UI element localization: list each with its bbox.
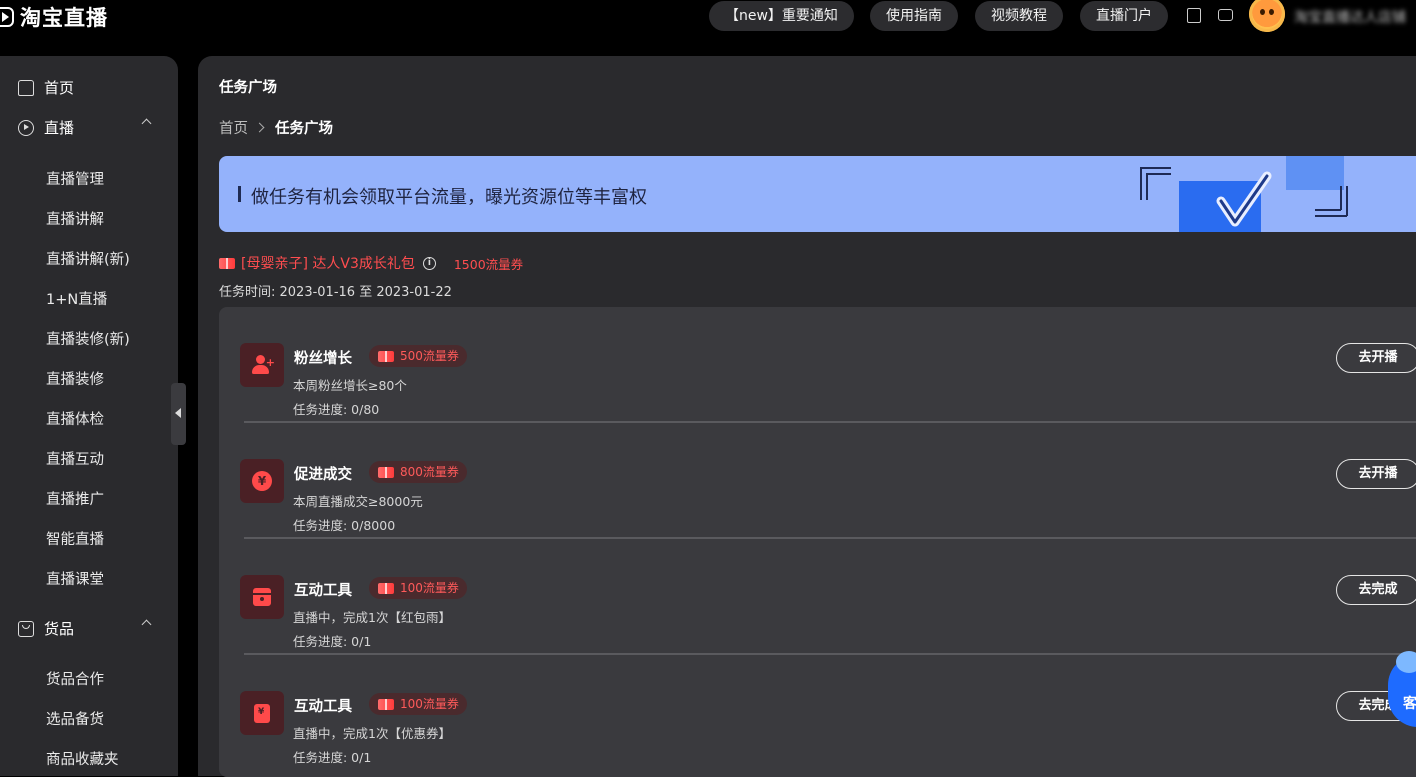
task-title: 互动工具 [294,583,352,599]
reward-badge: 100流量券 [369,577,467,599]
task-row: 互动工具 100流量券 直播中，完成1次【优惠券】 任务进度: 0/1 去完成 [219,655,1416,771]
chevron-up-icon [141,118,152,129]
info-icon[interactable]: i [422,256,436,270]
sidebar-item-promote[interactable]: 直播推广 [46,488,104,509]
sidebar-item-home[interactable]: 首页 [18,77,158,98]
task-package-reward: 1500流量券 [453,256,524,272]
shopping-bag-icon [18,620,34,637]
ticket-icon [378,698,394,710]
task-title: 互动工具 [294,699,352,715]
breadcrumb-home[interactable]: 首页 [219,117,248,138]
task-package-name: [母婴亲子] 达人V3成长礼包 [241,256,415,272]
avatar[interactable] [1249,0,1285,32]
top-bar: 淘宝直播 【new】重要通知 使用指南 视频教程 直播门户 淘宝直播达人店铺 [0,0,1416,36]
video-tutorial-button[interactable]: 视频教程 [975,1,1063,31]
red-packet-icon [240,575,284,619]
task-description: 本周直播成交≥8000元 [293,494,423,509]
sidebar-item-goods-coop[interactable]: 货品合作 [46,668,104,689]
go-live-button[interactable]: 去开播 [1336,459,1416,489]
ticket-icon [219,257,235,269]
notice-button[interactable]: 【new】重要通知 [709,1,854,31]
sidebar-group-live[interactable]: 直播 [18,117,158,138]
sidebar-item-decor[interactable]: 直播装修 [46,368,104,389]
banner-accent-bar [238,186,241,202]
ticket-icon [378,582,394,594]
go-complete-button[interactable]: 去完成 [1336,575,1416,605]
task-row: + 粉丝增长 500流量券 本周粉丝增长≥80个 任务进度: 0/80 去开播 [219,307,1416,423]
home-icon [18,79,34,96]
task-banner: 做任务有机会领取平台流量，曝光资源位等丰富权 [219,156,1416,232]
task-title: 促进成交 [294,467,352,483]
ticket-icon [378,350,394,362]
breadcrumb: 首页 任务广场 [219,117,333,138]
coupon-bag-icon [240,691,284,735]
live-icon [18,119,34,136]
reward-badge: 100流量券 [369,693,467,715]
sidebar-item-check[interactable]: 直播体检 [46,408,104,429]
user-plus-icon: + [240,343,284,387]
page-title: 任务广场 [219,80,277,96]
logo[interactable]: 淘宝直播 [0,2,108,32]
task-description: 直播中，完成1次【优惠券】 [293,726,451,741]
sidebar-item-select-goods[interactable]: 选品备货 [46,708,104,729]
yen-icon: ¥ [240,459,284,503]
sidebar-item-live-manage[interactable]: 直播管理 [46,168,104,189]
username[interactable]: 淘宝直播达人店铺 [1294,7,1406,27]
sidebar-item-live-explain[interactable]: 直播讲解 [46,208,104,229]
sidebar-item-decor-new[interactable]: 直播装修(新) [46,328,130,349]
sidebar-item-label: 货品 [44,620,75,638]
banner-text: 做任务有机会领取平台流量，曝光资源位等丰富权 [251,187,647,208]
sidebar-item-favorites[interactable]: 商品收藏夹 [46,748,119,769]
chevron-up-icon [141,619,152,630]
sidebar-item-label: 首页 [44,79,75,97]
task-progress: 任务进度: 0/80 [293,402,380,417]
task-description: 本周粉丝增长≥80个 [293,378,407,393]
customer-service-label: 客 [1403,696,1416,712]
task-row: 互动工具 100流量券 直播中，完成1次【红包雨】 任务进度: 0/1 去完成 [219,539,1416,655]
task-list: + 粉丝增长 500流量券 本周粉丝增长≥80个 任务进度: 0/80 去开播 … [219,307,1416,777]
task-time: 任务时间: 2023-01-16 至 2023-01-22 [219,285,452,300]
guide-button[interactable]: 使用指南 [870,1,958,31]
task-description: 直播中，完成1次【红包雨】 [293,610,451,625]
task-progress: 任务进度: 0/1 [293,750,372,765]
task-progress: 任务进度: 0/8000 [293,518,396,533]
chevron-right-icon [254,122,265,133]
play-logo-icon [0,7,14,27]
live-portal-button[interactable]: 直播门户 [1080,1,1168,31]
sidebar-item-classroom[interactable]: 直播课堂 [46,568,104,589]
reward-badge: 800流量券 [369,461,467,483]
breadcrumb-current: 任务广场 [275,121,333,137]
sidebar-item-label: 直播 [44,119,75,137]
task-package-header: [母婴亲子] 达人V3成长礼包 i 1500流量券 [219,253,523,273]
task-title: 粉丝增长 [294,351,352,367]
sidebar: 首页 直播 直播管理 直播讲解 直播讲解(新) 1+N直播 直播装修(新) 直播… [0,56,178,776]
go-live-button[interactable]: 去开播 [1336,343,1416,373]
logo-text: 淘宝直播 [20,6,108,30]
document-icon[interactable] [1187,8,1201,23]
sidebar-item-smart-live[interactable]: 智能直播 [46,528,104,549]
sidebar-collapse-handle[interactable] [171,383,186,445]
message-icon[interactable] [1218,9,1233,21]
checkmark-illustration-icon [1140,156,1348,232]
task-progress: 任务进度: 0/1 [293,634,372,649]
sidebar-item-live-explain-new[interactable]: 直播讲解(新) [46,248,130,269]
reward-badge: 500流量券 [369,345,467,367]
sidebar-group-goods[interactable]: 货品 [18,618,158,639]
ticket-icon [378,466,394,478]
main-panel: 任务广场 首页 任务广场 做任务有机会领取平台流量，曝光资源位等丰富权 [母婴亲… [198,56,1416,777]
sidebar-item-1n-live[interactable]: 1+N直播 [46,288,107,309]
sidebar-item-interact[interactable]: 直播互动 [46,448,104,469]
task-row: ¥ 促进成交 800流量券 本周直播成交≥8000元 任务进度: 0/8000 … [219,423,1416,539]
